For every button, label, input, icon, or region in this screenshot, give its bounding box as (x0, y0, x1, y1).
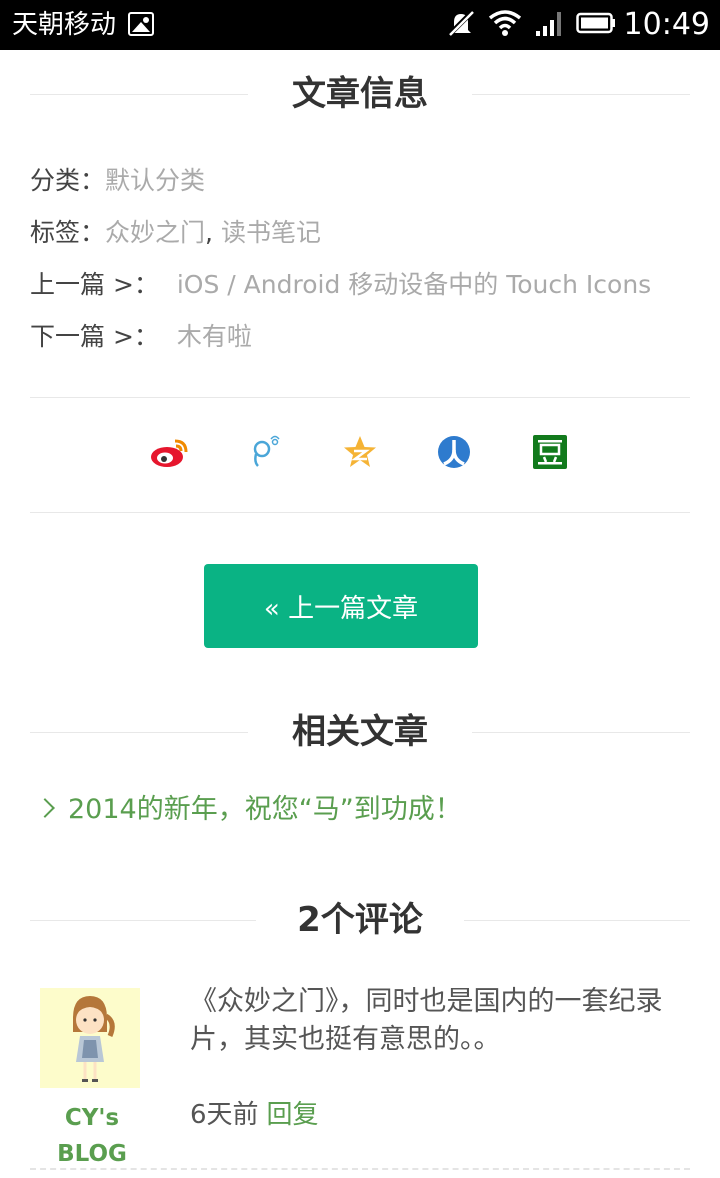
category-link[interactable]: 默认分类 (105, 166, 205, 195)
article-info-heading: 文章信息 (30, 64, 690, 124)
next-post-label: 下一篇 >： (30, 322, 159, 351)
image-notification-icon (128, 12, 154, 36)
divider (30, 397, 690, 398)
next-post-row: 下一篇 >： 木有啦 (30, 319, 252, 355)
tag-separator: , (205, 218, 221, 247)
renren-icon[interactable] (434, 430, 474, 474)
tencent-weibo-icon[interactable] (246, 430, 286, 474)
clock: 10:49 (623, 7, 710, 42)
related-item-link[interactable]: 2014的新年，祝您“马”到功成！ (68, 794, 462, 825)
battery-icon (575, 11, 616, 39)
tag-link[interactable]: 读书笔记 (221, 218, 321, 247)
related-heading: 相关文章 (30, 702, 690, 762)
qzone-icon[interactable] (340, 430, 380, 474)
chevron-right-icon (35, 798, 55, 818)
next-post-value: 木有啦 (176, 322, 252, 351)
prev-article-button[interactable]: « 上一篇文章 (204, 564, 478, 648)
category-label: 分类： (30, 166, 106, 195)
comments-heading: 2个评论 (30, 890, 690, 950)
carrier-name: 天朝移动 (12, 10, 117, 40)
tag-link[interactable]: 众妙之门 (105, 218, 205, 247)
douban-icon[interactable] (530, 430, 570, 474)
weibo-icon[interactable] (150, 430, 190, 474)
comment-author[interactable]: CY's BLOG (32, 1100, 152, 1172)
category-row: 分类：默认分类 (30, 163, 205, 199)
tags-label: 标签： (30, 218, 106, 247)
divider (30, 512, 690, 513)
article-info-title: 文章信息 (292, 74, 428, 114)
comment-divider (30, 1168, 690, 1170)
tags-row: 标签：众妙之门, 读书笔记 (30, 215, 321, 251)
comment-time: 6天前 (190, 1100, 259, 1130)
mute-icon (446, 8, 476, 42)
prev-post-row: 上一篇 >： iOS / Android 移动设备中的 Touch Icons (30, 267, 651, 303)
prev-post-label: 上一篇 >： (30, 270, 159, 299)
comment-text: 《众妙之门》，同时也是国内的一套纪录片，其实也挺有意思的。。 (190, 986, 663, 1055)
status-bar: 天朝移动 10:49 (0, 0, 720, 50)
comments-title: 2个评论 (297, 900, 423, 940)
wifi-icon (488, 9, 522, 41)
related-title: 相关文章 (292, 712, 428, 752)
comment-meta: 6天前 回复 (190, 1095, 319, 1135)
reply-link[interactable]: 回复 (267, 1100, 319, 1130)
prev-post-link[interactable]: iOS / Android 移动设备中的 Touch Icons (177, 270, 651, 299)
avatar[interactable] (40, 988, 140, 1088)
related-item[interactable]: 2014的新年，祝您“马”到功成！ (35, 788, 462, 832)
signal-icon (534, 9, 564, 41)
